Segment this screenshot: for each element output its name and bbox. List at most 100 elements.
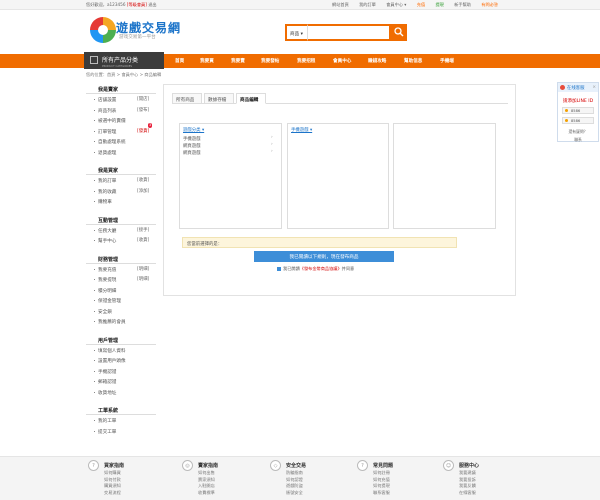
sidebar-item-points[interactable]: 積分明細: [86, 285, 156, 296]
sidebar-item-recharge[interactable]: 我要充值 [明細]: [86, 264, 156, 275]
sidebar-heading: 互動管理: [86, 215, 156, 225]
sidebar-item-profile[interactable]: 填寫個人資料: [86, 345, 156, 356]
nav-item-buy[interactable]: 我要買: [200, 58, 214, 64]
sidebar-item-submit-ticket[interactable]: 提交工單: [86, 426, 156, 437]
sidebar-item-email-verify[interactable]: 郵箱認證: [86, 376, 156, 387]
sidebar-item-tag[interactable]: [明細]: [137, 266, 149, 272]
tab-product-edit[interactable]: 商品編輯: [236, 93, 266, 104]
member-center-dropdown[interactable]: 會員中心 ▾: [386, 2, 406, 8]
qq-contact-button[interactable]: 8586: [562, 117, 594, 124]
sidebar-item-tag[interactable]: [明細]: [137, 276, 149, 282]
sidebar-item-tag[interactable]: [收貨]: [137, 237, 149, 243]
category-column-2: 手機遊戲 ▾: [287, 123, 389, 229]
sidebar-item-deposit[interactable]: 保證金管理: [86, 295, 156, 306]
footer-link[interactable]: 賬號安全: [270, 490, 306, 497]
recharge-link[interactable]: 充值: [417, 2, 425, 8]
footer-link[interactable]: 聯系客服: [357, 490, 393, 497]
notification-badge: 3: [148, 122, 153, 128]
sidebar-item-tag[interactable]: [開店]: [137, 96, 149, 102]
sidebar-item-label: 設置用戶頭像: [98, 359, 126, 364]
footer-link[interactable]: 收費標準: [182, 490, 218, 497]
tab-all-products[interactable]: 所有商品: [172, 93, 202, 104]
sidebar-item-helper-center[interactable]: 幫手中心 [收貨]: [86, 235, 156, 246]
footer: ? 買家指南 如何購買 如何付款 購買須知 交易流程 ◎ 賣家指南 如何出售 賣家須…: [0, 456, 600, 500]
sidebar-item-selected-price[interactable]: 被選中的賣價: [86, 115, 156, 126]
category-option[interactable]: 網頁遊戲: [183, 143, 201, 149]
sidebar-item-order-management[interactable]: 訂單管理 [發貨] 3: [86, 122, 156, 137]
sidebar-item-my-tickets[interactable]: 我的工單: [86, 415, 156, 426]
sidebar-item-tag[interactable]: [添加]: [137, 188, 149, 194]
sidebar-item-avatar[interactable]: 設置用戶頭像: [86, 355, 156, 366]
nav-item-post[interactable]: 我要發帖: [261, 58, 279, 64]
sidebar-item-label: 退貨處理: [98, 150, 117, 156]
sidebar-item-tag[interactable]: [接手]: [137, 227, 149, 233]
publish-button[interactable]: 我已閱讀以下規則，現在發布商品: [254, 251, 394, 262]
tab-data-archive[interactable]: 數據存檔: [204, 93, 234, 104]
nav-item-home[interactable]: 首頁: [175, 58, 184, 64]
footer-link[interactable]: 在線客服: [443, 490, 479, 497]
brand-slogan: 游戏交易第一平台: [119, 35, 156, 40]
sidebar-item-tag[interactable]: [收貨]: [137, 177, 149, 183]
sidebar-item-tag[interactable]: [發貨]: [137, 128, 149, 134]
nav-item-sell[interactable]: 我要賣: [231, 58, 245, 64]
member-level-link[interactable]: [等级會員]: [127, 2, 147, 7]
nav-item-member[interactable]: 會員中心: [333, 58, 351, 64]
sidebar-item-task-hall[interactable]: 任務大廳 [接手]: [86, 225, 156, 236]
chevron-right-icon: ›: [271, 149, 273, 154]
sidebar-item-label: 我的訂單: [98, 179, 117, 184]
category-option[interactable]: 手機遊戲: [183, 136, 201, 142]
sidebar: 我是賣家 店舖設置 [開店] 商品列表 [發布] 被選中的賣價 訂單管理 [發貨] 3 …: [86, 84, 156, 444]
all-categories-button[interactable]: 所有产品分类 PRODUCT CATEGORIES: [84, 52, 164, 69]
help-link[interactable]: 新手幫助: [454, 2, 471, 8]
sidebar-item-returns[interactable]: 退貨處理: [86, 147, 156, 158]
withdraw-link[interactable]: 提現: [435, 2, 443, 8]
chat-contact-link[interactable]: 聯系: [558, 137, 598, 143]
footer-heading: 安全交易: [286, 463, 307, 469]
my-orders-link[interactable]: 我的訂單: [359, 2, 376, 8]
agreement-checkbox[interactable]: [277, 267, 281, 271]
sidebar-item-cart[interactable]: 購物車: [86, 196, 156, 207]
search-button[interactable]: [391, 24, 407, 41]
footer-column-seller: ◎ 賣家指南 如何出售 賣家須知 入駐開店 收費標準: [182, 460, 218, 497]
column-title[interactable]: 遊戲分类 ▾: [183, 127, 204, 133]
sidebar-group-interaction: 互動管理 任務大廳 [接手] 幫手中心 [收貨]: [86, 215, 156, 246]
footer-link[interactable]: 交易流程: [88, 490, 124, 497]
nav-item-rent[interactable]: 我要招租: [297, 58, 315, 64]
nav-item-guide[interactable]: 賺錢攻略: [368, 58, 386, 64]
sidebar-item-address[interactable]: 收貨地址: [86, 387, 156, 398]
top-bar: 您好歡迎，a123456 [等级會員] 退出 網站首頁 我的訂單 會員中心 ▾ …: [0, 0, 600, 10]
footer-heading: 常見問題: [373, 463, 394, 469]
shield-icon: ◇: [270, 460, 281, 471]
close-icon[interactable]: ×: [592, 85, 596, 90]
sidebar-item-favorites[interactable]: 我的收藏 [添加]: [86, 186, 156, 197]
sidebar-item-withdraw[interactable]: 我要提現 [明細]: [86, 274, 156, 285]
home-link[interactable]: 網站首頁: [332, 2, 349, 8]
nav-item-mobile[interactable]: 手機端: [440, 58, 454, 64]
sidebar-item-my-orders[interactable]: 我的訂單 [收貨]: [86, 175, 156, 186]
chevron-right-icon: ›: [271, 135, 273, 140]
agreement-link[interactable]: 《發布金幣商品協議》: [300, 266, 342, 271]
nav-item-help[interactable]: 幫助信息: [404, 58, 422, 64]
qa-link[interactable]: 有問必答: [481, 2, 498, 8]
sidebar-item-label: 幫手中心: [98, 239, 117, 244]
column-title[interactable]: 手機遊戲 ▾: [291, 127, 312, 133]
sidebar-item-security-lock[interactable]: 安全鎖: [86, 306, 156, 317]
logo-icon[interactable]: [88, 15, 118, 45]
search-category-select[interactable]: 商品 ▾: [285, 24, 307, 41]
sidebar-group-seller: 我是賣家 店舖設置 [開店] 商品列表 [發布] 被選中的賣價 訂單管理 [發貨] 3 …: [86, 84, 156, 157]
sidebar-heading: 我是賣家: [86, 84, 156, 94]
category-option[interactable]: 網頁遊戲: [183, 150, 201, 156]
sidebar-item-referrals[interactable]: 我推薦的會員: [86, 316, 156, 327]
sidebar-item-auto-system[interactable]: 自動處理系統: [86, 136, 156, 147]
logout-link[interactable]: 退出: [148, 2, 156, 7]
sidebar-item-label: 任務大廳: [98, 228, 117, 234]
sidebar-item-product-list[interactable]: 商品列表 [發布]: [86, 105, 156, 116]
qq-contact-button[interactable]: 8586: [562, 107, 594, 114]
sidebar-item-tag[interactable]: [發布]: [137, 107, 149, 113]
sidebar-item-shop-settings[interactable]: 店舖設置 [開店]: [86, 94, 156, 105]
sidebar-item-phone-verify[interactable]: 手機認證: [86, 366, 156, 377]
sidebar-item-label: 自動處理系統: [98, 140, 126, 145]
search-input[interactable]: [307, 24, 391, 41]
search-icon: [394, 27, 404, 37]
category-column-3: [393, 123, 496, 229]
